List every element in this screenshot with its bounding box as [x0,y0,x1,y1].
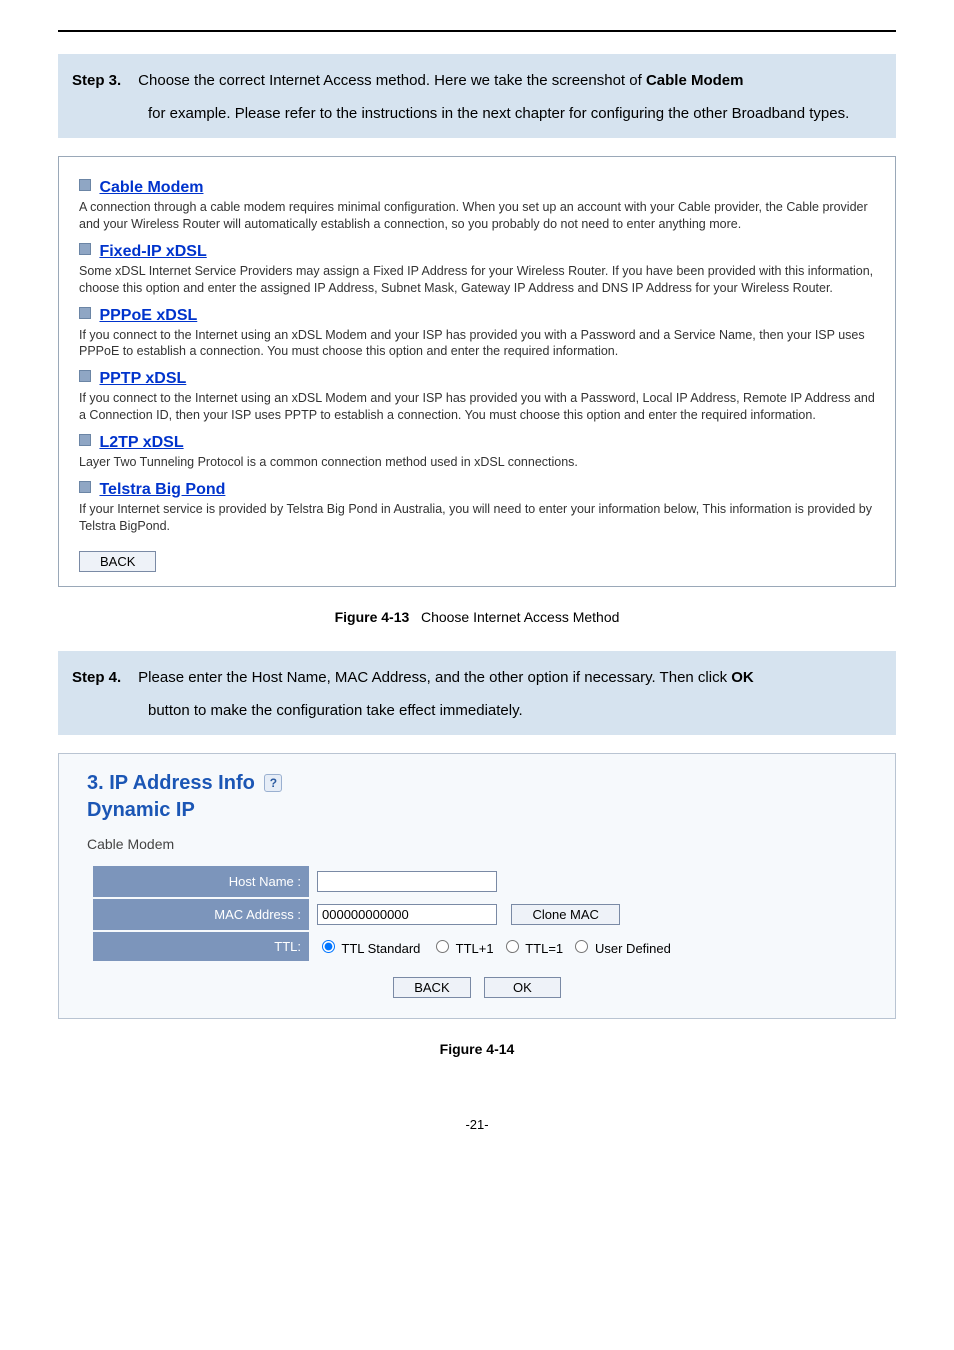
l2tp-desc: Layer Two Tunneling Protocol is a common… [79,454,875,471]
pppoe-heading: PPPoE xDSL [79,307,875,325]
form-title: 3. IP Address Info ? [87,772,867,795]
step-4-block: Step 4. Please enter the Host Name, MAC … [58,651,896,735]
bullet-icon [79,307,91,319]
ttl-label: TTL: [93,931,309,961]
cable-modem-heading: Cable Modem [79,179,875,197]
figure-4-14-caption: Figure 4-14 [58,1041,896,1057]
host-name-row: Host Name : [93,865,865,898]
form-ok-button[interactable]: OK [484,977,561,998]
figure-4-13-caption: Figure 4-13 Choose Internet Access Metho… [58,609,896,625]
ttl-eq1-radio[interactable] [506,940,519,953]
fixed-ip-link[interactable]: Fixed-IP xDSL [99,243,206,260]
host-name-input[interactable] [317,871,497,892]
pptp-link[interactable]: PPTP xDSL [99,370,186,387]
ttl-userdef-radio[interactable] [575,940,588,953]
ttl-standard-text: TTL Standard [341,941,420,956]
clone-mac-button[interactable]: Clone MAC [511,904,619,925]
form-button-row: BACK OK [87,977,867,998]
back-button[interactable]: BACK [79,551,156,572]
ttl-eq1-text: TTL=1 [525,941,563,956]
host-name-label: Host Name : [93,865,309,898]
ttl-standard-radio[interactable] [322,940,335,953]
telstra-link[interactable]: Telstra Big Pond [99,481,225,498]
ttl-row: TTL: TTL Standard TTL+1 TTL=1 User Defin… [93,931,865,961]
mac-address-row: MAC Address : Clone MAC [93,898,865,931]
form-title-text: 3. IP Address Info [87,772,255,794]
ttl-plus1-option[interactable]: TTL+1 [431,941,493,956]
ttl-plus1-radio[interactable] [436,940,449,953]
fixed-ip-heading: Fixed-IP xDSL [79,243,875,261]
help-icon[interactable]: ? [264,774,282,792]
figure-4-13-text: Choose Internet Access Method [421,609,619,625]
l2tp-heading: L2TP xDSL [79,434,875,452]
step-4-line1-bold: OK [731,669,754,686]
step-3-label: Step 3. [72,64,134,97]
ip-address-form-panel: 3. IP Address Info ? Dynamic IP Cable Mo… [58,753,896,1019]
form-subtitle: Dynamic IP [87,799,867,822]
ttl-eq1-option[interactable]: TTL=1 [501,941,563,956]
ttl-plus1-text: TTL+1 [456,941,494,956]
pppoe-link[interactable]: PPPoE xDSL [99,307,197,324]
ttl-userdef-option[interactable]: User Defined [570,941,671,956]
step-3-line1: Choose the correct Internet Access metho… [138,72,646,89]
fixed-ip-desc: Some xDSL Internet Service Providers may… [79,263,875,297]
form-table: Host Name : MAC Address : Clone MAC TTL:… [93,864,865,961]
access-method-panel: Cable Modem A connection through a cable… [58,156,896,587]
bullet-icon [79,481,91,493]
bullet-icon [79,434,91,446]
ttl-userdef-text: User Defined [595,941,671,956]
step-4-line1: Please enter the Host Name, MAC Address,… [138,669,731,686]
step-4-body: button to make the configuration take ef… [72,694,882,727]
bullet-icon [79,370,91,382]
cable-modem-desc: A connection through a cable modem requi… [79,199,875,233]
l2tp-link[interactable]: L2TP xDSL [99,434,183,451]
pptp-desc: If you connect to the Internet using an … [79,390,875,424]
form-back-button[interactable]: BACK [393,977,470,998]
figure-4-14-label: Figure 4-14 [440,1041,515,1057]
bullet-icon [79,179,91,191]
cable-modem-link[interactable]: Cable Modem [99,179,203,196]
mac-address-label: MAC Address : [93,898,309,931]
cable-modem-label: Cable Modem [87,836,867,852]
step-3-block: Step 3. Choose the correct Internet Acce… [58,54,896,138]
step-3-line1-bold: Cable Modem [646,72,744,89]
step-3-body: for example. Please refer to the instruc… [72,97,882,130]
pppoe-desc: If you connect to the Internet using an … [79,327,875,361]
telstra-desc: If your Internet service is provided by … [79,501,875,535]
figure-4-13-label: Figure 4-13 [335,609,410,625]
ttl-standard-option[interactable]: TTL Standard [317,941,420,956]
top-rule [58,30,896,32]
mac-address-input[interactable] [317,904,497,925]
bullet-icon [79,243,91,255]
telstra-heading: Telstra Big Pond [79,481,875,499]
step-4-label: Step 4. [72,661,134,694]
pptp-heading: PPTP xDSL [79,370,875,388]
page-number: -21- [58,1117,896,1132]
